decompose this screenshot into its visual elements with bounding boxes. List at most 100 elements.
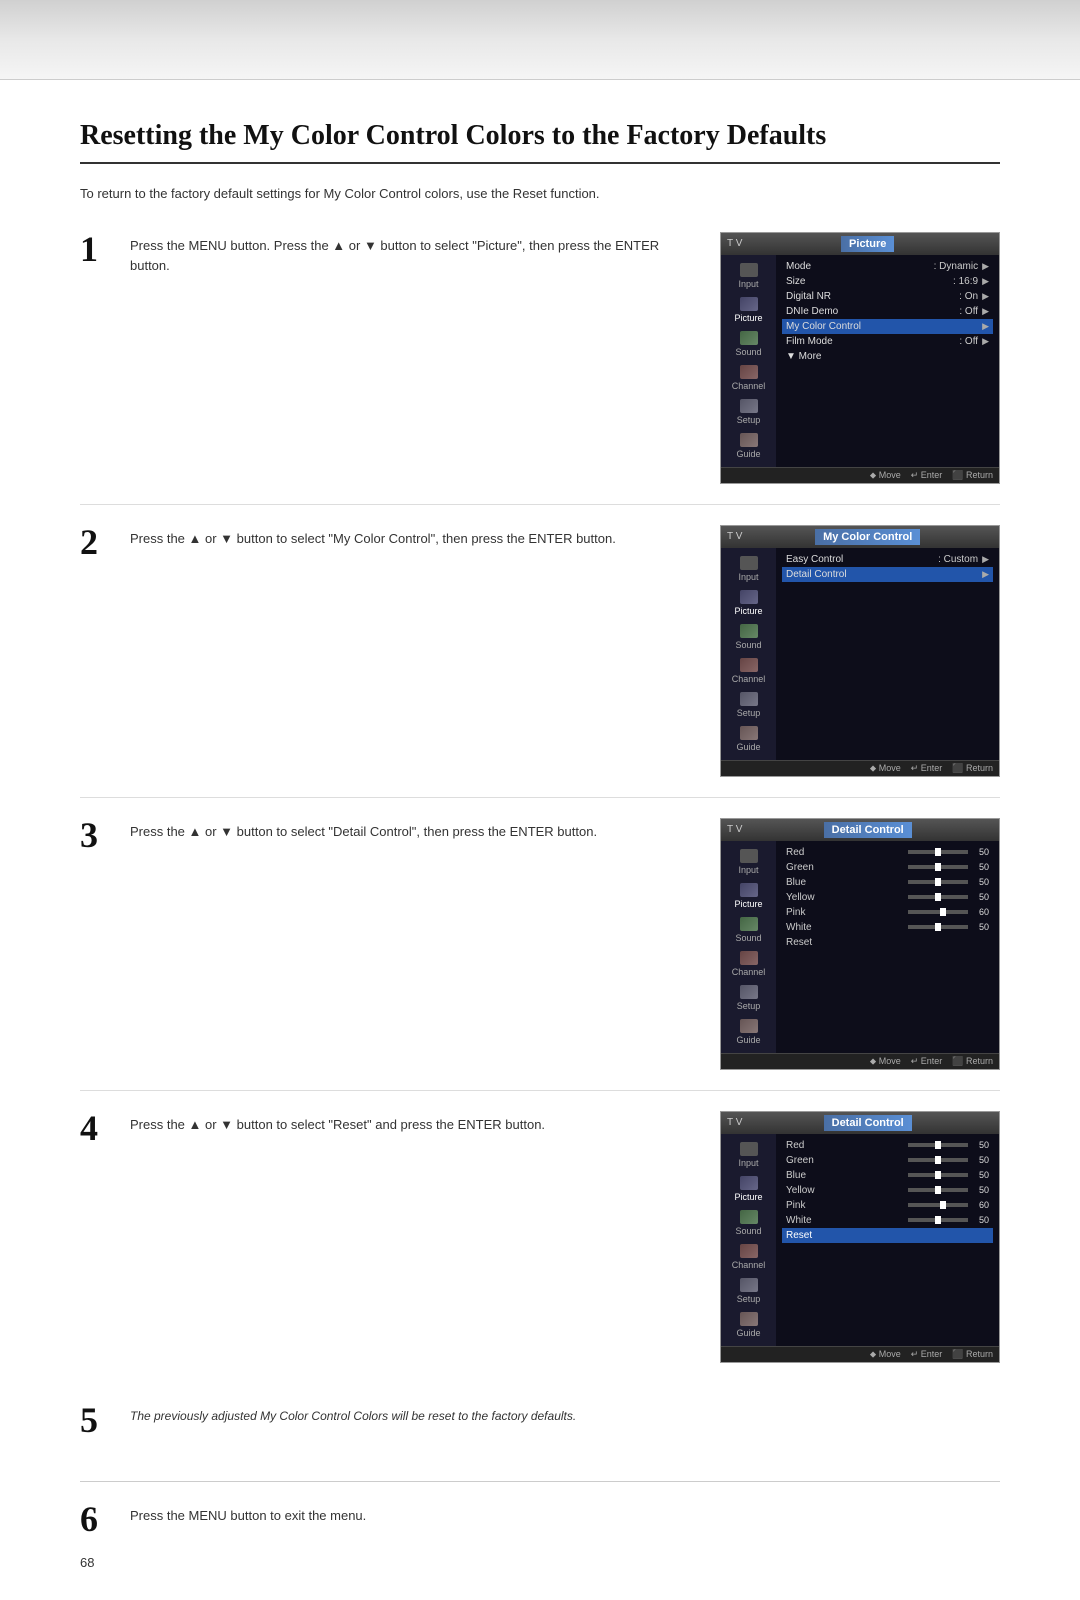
tv-footer: ⬥ Move ↵ Enter ⬛ Return [721, 1053, 999, 1069]
footer-item: ↵ Enter [911, 470, 943, 481]
sound-icon [740, 331, 758, 345]
tv-label: T V [727, 531, 742, 542]
sidebar-item-picture: Picture [721, 879, 776, 913]
slider-bar: 50 [908, 847, 989, 857]
tv-sidebar: Input Picture Sound Channel [721, 841, 776, 1053]
slider-bar: 50 [908, 1140, 989, 1150]
channel-icon [740, 951, 758, 965]
setup-icon [740, 985, 758, 999]
step-4-number: 4 [80, 1107, 130, 1149]
slider-bar: 50 [908, 877, 989, 887]
slider-bar: 60 [908, 907, 989, 917]
tv-body: Input Picture Sound Channel [721, 255, 999, 467]
sidebar-item-input: Input [721, 259, 776, 293]
tv-screen-2: T V My Color Control Input Picture [720, 525, 1000, 777]
sidebar-item-sound: Sound [721, 327, 776, 361]
sound-icon [740, 1210, 758, 1224]
sidebar-item-guide: Guide [721, 722, 776, 756]
slider-row: Red 50 [782, 1138, 993, 1153]
sidebar-item-guide: Guide [721, 1015, 776, 1049]
tv-screen-header: T V Picture [721, 233, 999, 255]
footer-item: ⬥ Move [870, 1349, 901, 1360]
sidebar-item-channel: Channel [721, 654, 776, 688]
step-6-row: 6 Press the MENU button to exit the menu… [80, 1481, 1000, 1540]
slider-track [908, 1158, 968, 1162]
footer-item: ⬥ Move [870, 1056, 901, 1067]
tv-footer: ⬥ Move↵ Enter⬛ Return [721, 1346, 999, 1362]
slider-bar: 50 [908, 892, 989, 902]
tv-label: T V [727, 1117, 742, 1128]
slider-row: Green 50 [782, 1153, 993, 1168]
slider-bar: 50 [908, 922, 989, 932]
tv-main: Red 50 Green [776, 841, 999, 1053]
slider-row: Yellow 50 [782, 1183, 993, 1198]
reset-row: Reset [782, 1228, 993, 1243]
slider-track [908, 1173, 968, 1177]
slider-bar: 60 [908, 1200, 989, 1210]
slider-thumb [935, 893, 941, 901]
step-6-text: Press the MENU button to exit the menu. [130, 1502, 1000, 1527]
step-5-row: 5 The previously adjusted My Color Contr… [80, 1403, 1000, 1441]
menu-row: Easy Control : Custom▶ [782, 552, 993, 567]
sidebar-item-setup: Setup [721, 395, 776, 429]
step-2-number: 2 [80, 521, 130, 563]
page-number: 68 [80, 1555, 94, 1570]
sound-icon [740, 917, 758, 931]
sidebar-item-picture: Picture [721, 293, 776, 327]
guide-icon [740, 1312, 758, 1326]
slider-thumb [935, 923, 941, 931]
menu-row: DNIe Demo : Off▶ [782, 304, 993, 319]
channel-icon [740, 365, 758, 379]
step-5-text: The previously adjusted My Color Control… [130, 1403, 1000, 1425]
menu-title: Picture [841, 236, 894, 252]
input-icon [740, 849, 758, 863]
menu-title: Detail Control [824, 822, 912, 838]
tv-screen-header: T V Detail Control [721, 1112, 999, 1134]
slider-bar: 50 [908, 1155, 989, 1165]
footer-item: ↵ Enter [911, 763, 943, 774]
tv-footer: ⬥ Move↵ Enter⬛ Return [721, 760, 999, 776]
slider-row: Red 50 [782, 845, 993, 860]
slider-track [908, 1203, 968, 1207]
setup-icon [740, 399, 758, 413]
picture-icon [740, 883, 758, 897]
page-title: Resetting the My Color Control Colors to… [80, 120, 1000, 164]
menu-row: Film Mode : Off▶ [782, 334, 993, 349]
sidebar-item-channel: Channel [721, 947, 776, 981]
sidebar-item-picture: Picture [721, 586, 776, 620]
step-4-text: Press the ▲ or ▼ button to select "Reset… [130, 1111, 720, 1136]
picture-icon [740, 1176, 758, 1190]
input-icon [740, 556, 758, 570]
footer-item: ⬛ Return [952, 1056, 993, 1067]
sidebar-item-guide: Guide [721, 1308, 776, 1342]
slider-bar: 50 [908, 1185, 989, 1195]
input-icon [740, 1142, 758, 1156]
slider-thumb [935, 863, 941, 871]
input-icon [740, 263, 758, 277]
tv-sidebar: Input Picture Sound Channel [721, 255, 776, 467]
menu-row: ▼ More [782, 349, 993, 364]
tv-footer: ⬥ Move↵ Enter⬛ Return [721, 467, 999, 483]
sidebar-item-setup: Setup [721, 981, 776, 1015]
sidebar-item-input: Input [721, 845, 776, 879]
tv-screen-header: T V My Color Control [721, 526, 999, 548]
footer-item: ⬥ Move [870, 470, 901, 481]
tv-label: T V [727, 824, 742, 835]
tv-screen-header: T V Detail Control [721, 819, 999, 841]
picture-icon [740, 590, 758, 604]
sidebar-item-setup: Setup [721, 688, 776, 722]
sidebar-item-channel: Channel [721, 1240, 776, 1274]
footer-item: ↵ Enter [911, 1349, 943, 1360]
sidebar-item-channel: Channel [721, 361, 776, 395]
footer-item: ↵ Enter [911, 1056, 943, 1067]
slider-thumb [935, 1216, 941, 1224]
slider-row: White 50 [782, 920, 993, 935]
slider-thumb [940, 908, 946, 916]
tv-label: T V [727, 238, 742, 249]
picture-icon [740, 297, 758, 311]
intro-text: To return to the factory default setting… [80, 184, 1000, 204]
slider-thumb [935, 1186, 941, 1194]
footer-item: ⬛ Return [952, 763, 993, 774]
sidebar-item-sound: Sound [721, 1206, 776, 1240]
slider-track [908, 1143, 968, 1147]
